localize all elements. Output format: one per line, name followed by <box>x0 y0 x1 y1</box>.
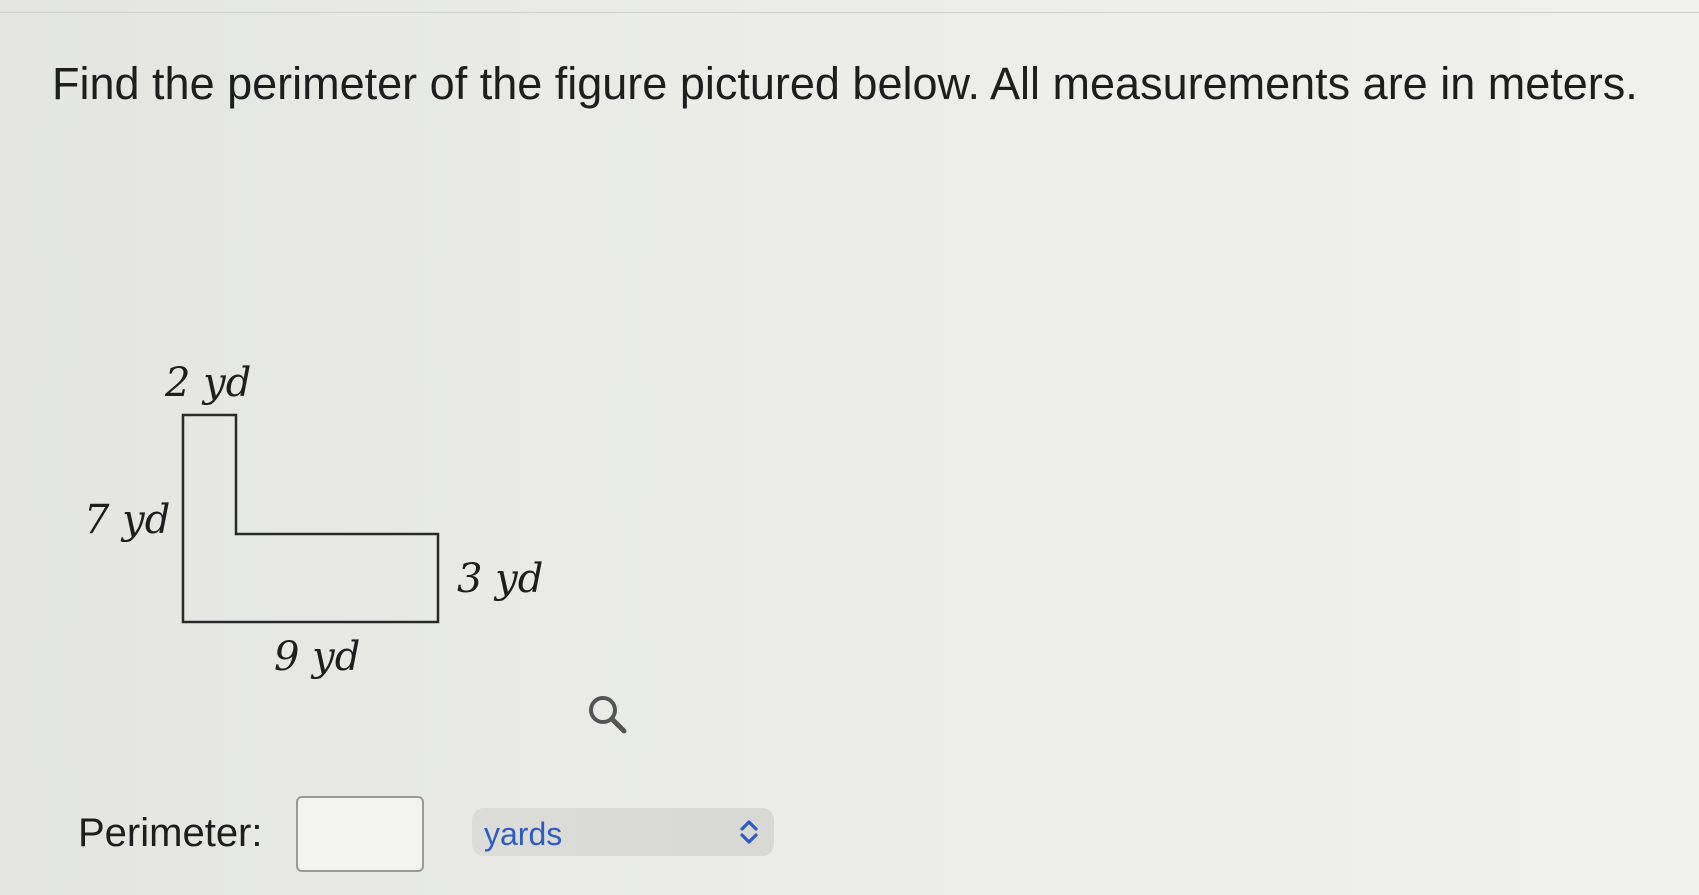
l-shape-outline <box>181 413 440 624</box>
dimension-label-top: 2 yd <box>164 360 251 406</box>
dimension-label-right: 3 yd <box>457 556 543 602</box>
perimeter-label: Perimeter: <box>78 811 263 855</box>
magnifier-icon[interactable] <box>586 693 630 737</box>
unit-select-value: yards <box>484 816 563 852</box>
unit-select[interactable]: yards <box>472 808 774 856</box>
perimeter-input[interactable] <box>296 796 424 872</box>
dimension-label-bottom: 9 yd <box>274 634 360 680</box>
dimension-label-left: 7 yd <box>84 497 170 543</box>
up-down-chevron-icon <box>740 820 758 844</box>
l-shape-figure: 2 yd 7 yd 3 yd 9 yd <box>84 360 543 680</box>
